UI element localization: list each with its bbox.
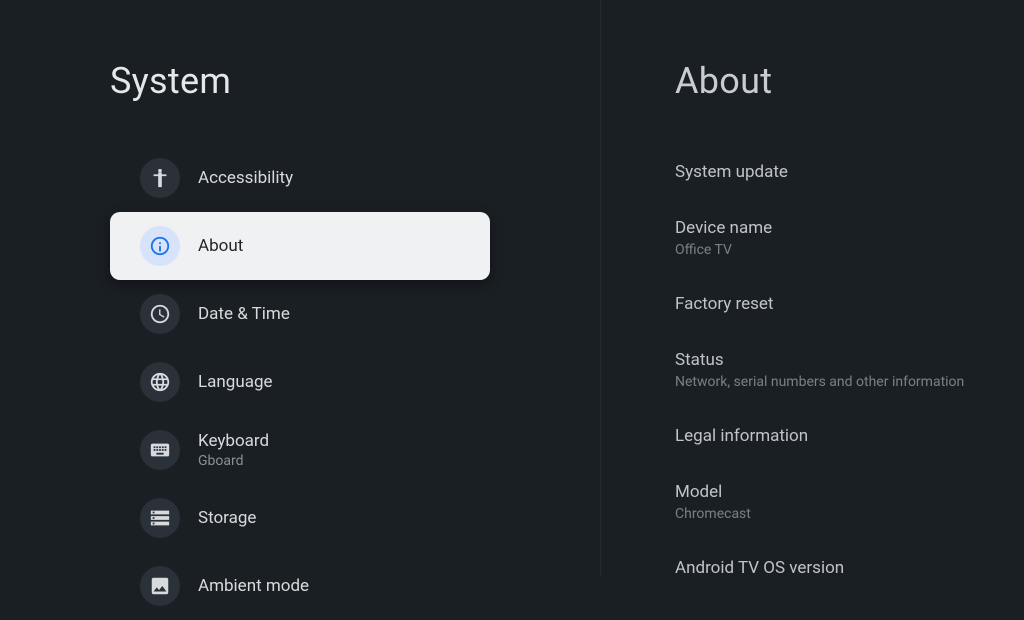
list-item-label: Android TV OS version: [675, 558, 994, 578]
system-item-storage[interactable]: Storage: [110, 484, 490, 552]
list-item-label: Device name: [675, 218, 994, 238]
system-item-keyboard[interactable]: Keyboard Gboard: [110, 416, 490, 484]
about-item-system-update[interactable]: System update: [675, 144, 994, 200]
list-item-label: Language: [198, 372, 273, 392]
keyboard-icon: [140, 430, 180, 470]
ambient-icon: [140, 566, 180, 606]
list-item-label: Status: [675, 350, 994, 370]
about-item-status[interactable]: Status Network, serial numbers and other…: [675, 332, 994, 408]
list-item-label: Model: [675, 482, 994, 502]
storage-icon: [140, 498, 180, 538]
system-item-accessibility[interactable]: Accessibility: [110, 144, 490, 212]
system-item-about[interactable]: About: [110, 212, 490, 280]
system-item-language[interactable]: Language: [110, 348, 490, 416]
list-item-label: Ambient mode: [198, 576, 309, 596]
list-item-label: Storage: [198, 508, 256, 528]
list-item-label: Accessibility: [198, 168, 293, 188]
accessibility-icon: [140, 158, 180, 198]
about-item-factory-reset[interactable]: Factory reset: [675, 276, 994, 332]
about-item-device-name[interactable]: Device name Office TV: [675, 200, 994, 276]
about-item-android-tv-os-version[interactable]: Android TV OS version: [675, 540, 994, 596]
list-item-sublabel: Network, serial numbers and other inform…: [675, 374, 994, 390]
about-item-model[interactable]: Model Chromecast: [675, 464, 994, 540]
globe-icon: [140, 362, 180, 402]
list-item-label: Factory reset: [675, 294, 994, 314]
list-item-label: About: [198, 236, 243, 256]
about-item-legal-information[interactable]: Legal information: [675, 408, 994, 464]
list-item-label: Legal information: [675, 426, 994, 446]
list-item-sublabel: Chromecast: [675, 506, 994, 522]
page-title-system: System: [110, 60, 600, 102]
system-item-date-time[interactable]: Date & Time: [110, 280, 490, 348]
list-item-label: Keyboard: [198, 431, 269, 451]
clock-icon: [140, 294, 180, 334]
page-title-about: About: [675, 60, 994, 102]
list-item-label: System update: [675, 162, 994, 182]
list-item-sublabel: Office TV: [675, 242, 994, 258]
system-item-ambient-mode[interactable]: Ambient mode: [110, 552, 490, 620]
list-item-label: Date & Time: [198, 304, 290, 324]
info-icon: [140, 226, 180, 266]
list-item-sublabel: Gboard: [198, 453, 269, 469]
panel-divider: [600, 0, 601, 576]
